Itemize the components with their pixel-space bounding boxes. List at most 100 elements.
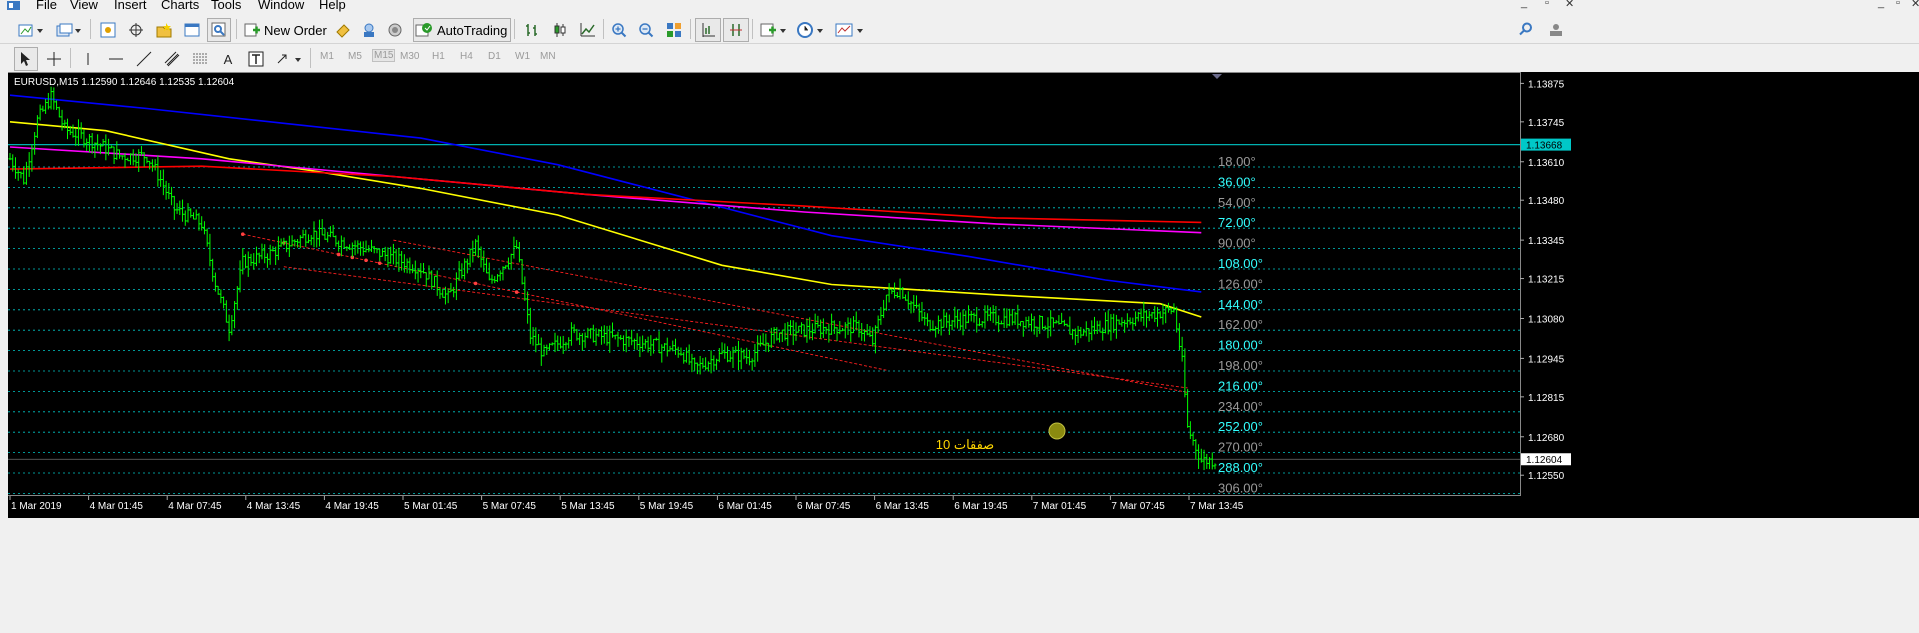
menu-file[interactable]: File <box>36 0 57 12</box>
degree-level-label: 126.00° <box>1218 276 1263 291</box>
time-axis-label: 5 Mar 19:45 <box>640 501 694 512</box>
metaeditor-button[interactable] <box>331 18 355 42</box>
time-axis-label: 6 Mar 07:45 <box>797 501 851 512</box>
bottom-panel <box>0 518 1919 633</box>
close-icon[interactable]: ✕ <box>1565 0 1574 10</box>
menu-charts[interactable]: Charts <box>161 0 199 12</box>
autotrading-icon <box>415 23 432 37</box>
crosshair-icon <box>47 52 61 66</box>
cursor-button[interactable] <box>14 47 38 71</box>
timeframe-h1[interactable]: H1 <box>432 51 445 62</box>
autotrading-label: AutoTrading <box>437 22 508 38</box>
timeframe-m30[interactable]: M30 <box>400 51 419 62</box>
text-label-button[interactable] <box>244 47 268 71</box>
menu-window[interactable]: Window <box>258 0 304 12</box>
time-axis-label: 4 Mar 13:45 <box>247 501 301 512</box>
minimize-icon[interactable]: _ <box>1521 0 1527 9</box>
autotrading-button[interactable]: AutoTrading <box>413 18 511 42</box>
degree-level-label: 306.00° <box>1218 480 1263 495</box>
menu-help[interactable]: Help <box>319 0 346 12</box>
toolbar-separator <box>690 19 691 39</box>
price-chart[interactable]: 18.00° 36.00° 54.00° 72.00° 90.00° 108.00° 126… <box>8 72 1919 518</box>
toolbar-separator <box>752 19 753 39</box>
close-icon[interactable]: ✕ <box>1911 0 1919 10</box>
new-order-icon <box>244 23 260 37</box>
clock-icon <box>797 22 823 38</box>
experts-icon <box>364 23 374 37</box>
horizontal-line-button[interactable] <box>104 47 128 71</box>
trade-arrow-marker <box>473 281 478 286</box>
vertical-line-button[interactable] <box>76 47 100 71</box>
timeframe-w1[interactable]: W1 <box>515 51 530 62</box>
arrows-button[interactable] <box>272 47 306 71</box>
price-scale-label: 1.12815 <box>1528 393 1565 404</box>
menu-tools[interactable]: Tools <box>211 0 241 12</box>
experts-button[interactable] <box>357 18 381 42</box>
autoscroll-icon <box>730 24 742 36</box>
zoom-out-button[interactable] <box>634 18 658 42</box>
market-watch-button[interactable] <box>96 18 120 42</box>
time-axis-label: 5 Mar 13:45 <box>561 501 615 512</box>
profiles-button[interactable] <box>52 18 86 42</box>
indicators-button[interactable] <box>757 18 791 42</box>
price-scale-label: 1.13745 <box>1528 118 1565 129</box>
terminal-button[interactable] <box>180 18 204 42</box>
degree-level-label: 270.00° <box>1218 440 1263 455</box>
timeframe-h4[interactable]: H4 <box>460 51 473 62</box>
minimize-icon[interactable]: _ <box>1878 0 1884 9</box>
chart-window[interactable]: 18.00° 36.00° 54.00° 72.00° 90.00° 108.00° 126… <box>8 72 1919 518</box>
restore-icon[interactable]: ▫ <box>1896 0 1900 9</box>
data-window-button[interactable] <box>124 18 148 42</box>
price-scale-label: 1.13610 <box>1528 158 1565 169</box>
degree-level-label: 108.00° <box>1218 256 1263 271</box>
bar-chart-button[interactable] <box>520 18 544 42</box>
profiles-icon <box>56 23 81 37</box>
autoscroll-button[interactable] <box>723 18 749 42</box>
zoom-in-icon <box>612 23 627 38</box>
text-button[interactable]: A <box>216 47 240 71</box>
degree-level-label: 162.00° <box>1218 317 1263 332</box>
timeframe-mn[interactable]: MN <box>540 51 556 62</box>
fibonacci-button[interactable] <box>188 47 212 71</box>
templates-button[interactable] <box>832 18 868 42</box>
zoom-in-button[interactable] <box>607 18 631 42</box>
timeframe-m5[interactable]: M5 <box>348 51 362 62</box>
equidistant-channel-button[interactable] <box>160 47 184 71</box>
time-axis-label: 6 Mar 19:45 <box>954 501 1008 512</box>
zoom-out-icon <box>639 23 654 38</box>
timeframe-d1[interactable]: D1 <box>488 51 501 62</box>
strategy-tester-button[interactable] <box>207 18 231 42</box>
new-chart-button[interactable] <box>14 18 48 42</box>
degree-level-label: 234.00° <box>1218 399 1263 414</box>
time-axis-label: 7 Mar 13:45 <box>1190 501 1244 512</box>
navigator-button[interactable] <box>152 18 176 42</box>
tile-windows-icon <box>667 23 681 37</box>
menu-insert[interactable]: Insert <box>114 0 147 12</box>
community-icon[interactable] <box>1547 23 1565 37</box>
tile-windows-button[interactable] <box>662 18 686 42</box>
arrows-icon <box>277 54 301 64</box>
menu-view[interactable]: View <box>70 0 98 12</box>
trendline-icon <box>136 51 152 67</box>
chart-shift-icon <box>702 23 715 37</box>
candlestick-button[interactable] <box>548 18 572 42</box>
signals-button[interactable] <box>383 18 407 42</box>
restore-icon[interactable]: ▫ <box>1545 0 1549 9</box>
price-scale-label: 1.13080 <box>1528 314 1565 325</box>
market-watch-icon <box>100 22 116 38</box>
app-icon <box>7 1 20 10</box>
new-order-button[interactable]: New Order <box>242 18 328 42</box>
timeframe-m1[interactable]: M1 <box>320 51 334 62</box>
fibonacci-icon <box>193 53 207 64</box>
trendline-button[interactable] <box>132 47 156 71</box>
new-order-label: New Order <box>264 22 327 38</box>
search-icon[interactable] <box>1519 22 1533 36</box>
timeframe-m15[interactable]: M15 <box>372 49 396 62</box>
crosshair-button[interactable] <box>42 47 66 71</box>
time-axis-label: 6 Mar 13:45 <box>876 501 930 512</box>
chart-shift-button[interactable] <box>695 18 721 42</box>
line-chart-button[interactable] <box>576 18 600 42</box>
indicators-icon <box>760 23 786 37</box>
periods-button[interactable] <box>794 18 828 42</box>
time-axis-label: 7 Mar 07:45 <box>1111 501 1165 512</box>
